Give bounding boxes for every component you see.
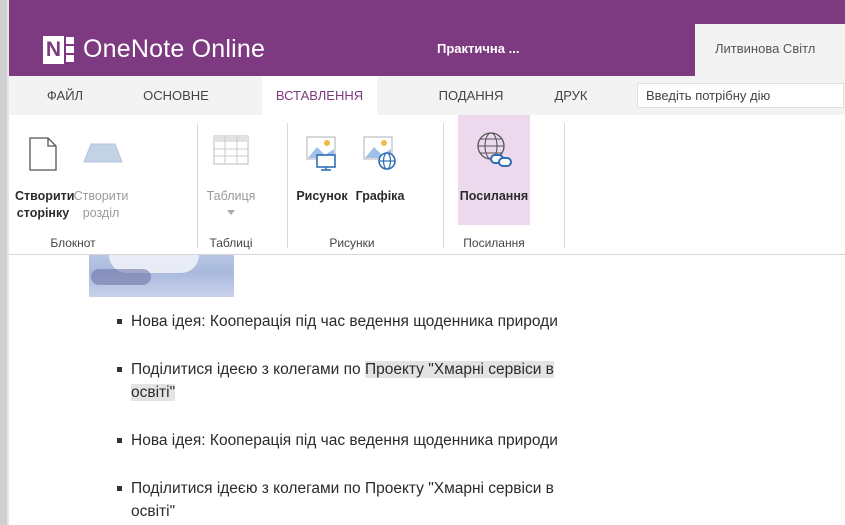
page-content[interactable]: Нова ідея: Кооперація під час ведення що… xyxy=(9,255,845,525)
title-bar: N OneNote Online Практична ... Литвинова… xyxy=(9,0,845,76)
group-label-links: Посилання xyxy=(463,236,525,250)
tab-insert[interactable]: ВСТАВЛЕННЯ xyxy=(262,76,377,116)
highlighted-text: Проекту "Хмарні сервіси в xyxy=(364,361,554,378)
bullet-icon xyxy=(117,486,122,491)
new-page-label-1: Створити xyxy=(15,189,75,203)
group-label-notebook: Блокнот xyxy=(50,236,96,250)
tab-view[interactable]: ПОДАННЯ xyxy=(426,76,516,115)
list-item-text: Поділитися ідеєю з колегами по Проекту "… xyxy=(131,480,554,497)
chevron-down-icon xyxy=(227,210,235,215)
link-icon xyxy=(477,132,512,167)
new-page-label-2: сторінку xyxy=(16,206,70,220)
picture-icon xyxy=(306,136,336,171)
onenote-window: N OneNote Online Практична ... Литвинова… xyxy=(0,0,845,525)
list-item[interactable]: Поділитися ідеєю з колегами по Проекту "… xyxy=(117,358,731,404)
group-label-pictures: Рисунки xyxy=(329,236,375,250)
group-separator xyxy=(287,123,288,248)
list-item[interactable]: Нова ідея: Кооперація під час ведення що… xyxy=(117,429,731,452)
user-name: Литвинова Світл xyxy=(715,41,816,56)
new-page-button[interactable]: Створити сторінку xyxy=(15,115,75,227)
bullet-icon xyxy=(117,438,122,443)
picture-button[interactable]: Рисунок xyxy=(294,115,350,227)
table-label: Таблиця xyxy=(206,189,256,203)
tell-me-search[interactable]: Введіть потрібну дію xyxy=(637,83,844,108)
new-section-button[interactable]: Створити розділ xyxy=(71,115,131,227)
list-item-text: освіті" xyxy=(131,503,176,520)
ribbon-tabs: ФАЙЛ ОСНОВНЕ ВСТАВЛЕННЯ ПОДАННЯ ДРУК Вве… xyxy=(9,76,845,116)
bullet-icon xyxy=(117,319,122,324)
app-title[interactable]: OneNote Online xyxy=(83,32,265,66)
picture-label: Рисунок xyxy=(296,189,348,203)
online-picture-icon xyxy=(363,136,396,170)
list-item-text: Нова ідея: Кооперація під час ведення що… xyxy=(131,313,558,330)
ribbon: Створити сторінку Створити розділ Блокно… xyxy=(9,115,845,255)
notebook-name[interactable]: Практична ... xyxy=(437,39,519,59)
new-page-icon xyxy=(29,137,57,171)
online-picture-label: Графіка xyxy=(355,189,405,203)
tab-print[interactable]: ДРУК xyxy=(541,76,601,115)
tab-file[interactable]: ФАЙЛ xyxy=(35,76,95,115)
highlighted-text: освіті" xyxy=(131,384,176,401)
new-section-label-2: розділ xyxy=(82,206,120,220)
new-section-icon xyxy=(83,143,123,163)
group-separator xyxy=(197,123,198,248)
online-picture-button[interactable]: Графіка xyxy=(352,115,408,227)
list-item[interactable]: Нова ідея: Кооперація під час ведення що… xyxy=(117,310,731,333)
group-separator xyxy=(564,123,565,248)
table-button[interactable]: Таблиця xyxy=(201,115,261,227)
bullet-icon xyxy=(117,367,122,372)
page-image[interactable] xyxy=(89,255,234,297)
user-account[interactable]: Литвинова Світл xyxy=(695,24,845,76)
group-label-tables: Таблиці xyxy=(209,236,253,250)
link-label: Посилання xyxy=(459,189,529,203)
new-section-label-1: Створити xyxy=(73,189,129,203)
list-item[interactable]: Поділитися ідеєю з колегами по Проекту "… xyxy=(117,477,731,523)
window-left-edge xyxy=(0,0,7,525)
link-button[interactable]: Посилання xyxy=(458,115,530,225)
onenote-logo-icon[interactable]: N xyxy=(43,36,75,64)
table-icon xyxy=(213,135,249,165)
group-separator xyxy=(443,123,444,248)
list-item-text: Нова ідея: Кооперація під час ведення що… xyxy=(131,432,558,449)
tell-me-placeholder: Введіть потрібну дію xyxy=(646,88,771,103)
tab-home[interactable]: ОСНОВНЕ xyxy=(131,76,221,115)
list-item-text: Поділитися ідеєю з колегами по xyxy=(131,361,365,378)
